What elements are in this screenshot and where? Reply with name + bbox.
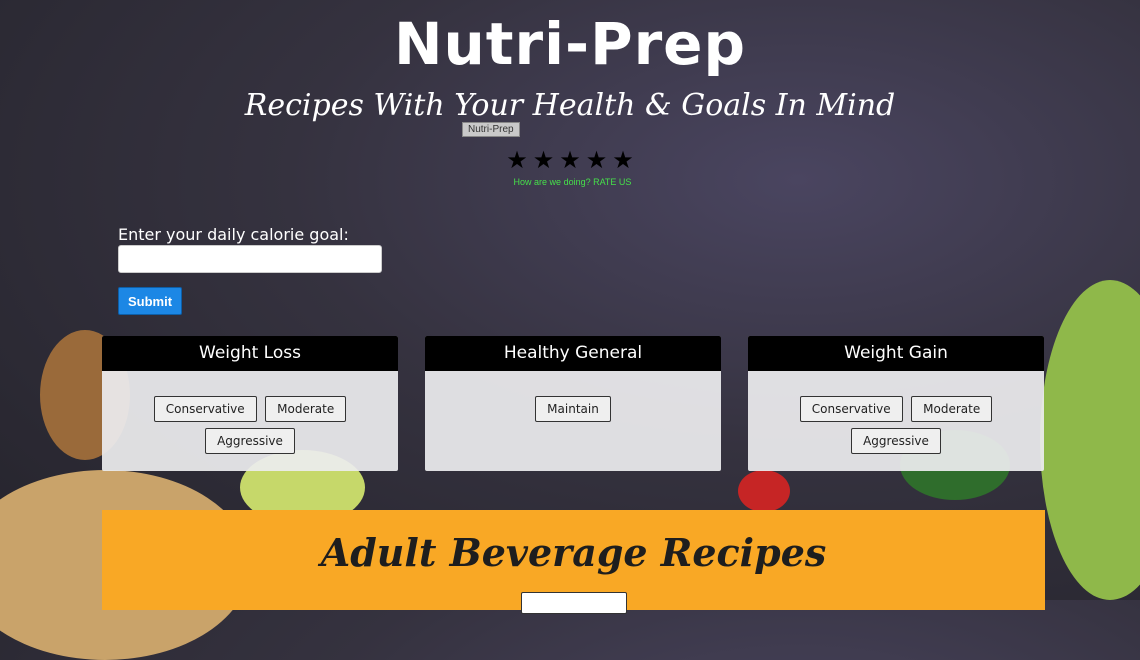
page-title: Nutri-Prep	[393, 10, 747, 78]
calorie-goal-input[interactable]	[118, 245, 382, 273]
weight-gain-card: Weight Gain Conservative Moderate Aggres…	[748, 336, 1044, 471]
moderate-button[interactable]: Moderate	[265, 396, 347, 422]
title-tooltip: Nutri-Prep	[462, 122, 520, 137]
card-options: Conservative Moderate Aggressive	[102, 371, 398, 460]
rate-us-text[interactable]: How are we doing? RATE US	[490, 177, 655, 187]
background-food-tomato	[738, 470, 790, 512]
card-title: Weight Gain	[748, 336, 1044, 371]
card-options: Maintain	[425, 371, 721, 428]
card-options: Conservative Moderate Aggressive	[748, 371, 1044, 460]
healthy-general-card: Healthy General Maintain	[425, 336, 721, 471]
calorie-goal-label: Enter your daily calorie goal:	[118, 225, 349, 244]
maintain-button[interactable]: Maintain	[535, 396, 611, 422]
submit-button[interactable]: Submit	[118, 287, 182, 315]
beverage-button[interactable]	[521, 592, 627, 614]
conservative-button[interactable]: Conservative	[799, 396, 903, 422]
star-rating[interactable]: ★★★★★	[500, 146, 645, 175]
aggressive-button[interactable]: Aggressive	[851, 428, 941, 454]
conservative-button[interactable]: Conservative	[153, 396, 257, 422]
aggressive-button[interactable]: Aggressive	[205, 428, 295, 454]
background-food-leek	[1040, 280, 1140, 600]
card-title: Weight Loss	[102, 336, 398, 371]
page-subtitle: Recipes With Your Health & Goals In Mind	[244, 88, 896, 123]
beverage-section-title: Adult Beverage Recipes	[320, 530, 827, 575]
weight-loss-card: Weight Loss Conservative Moderate Aggres…	[102, 336, 398, 471]
card-title: Healthy General	[425, 336, 721, 371]
adult-beverage-section: Adult Beverage Recipes	[102, 510, 1045, 614]
moderate-button[interactable]: Moderate	[911, 396, 993, 422]
